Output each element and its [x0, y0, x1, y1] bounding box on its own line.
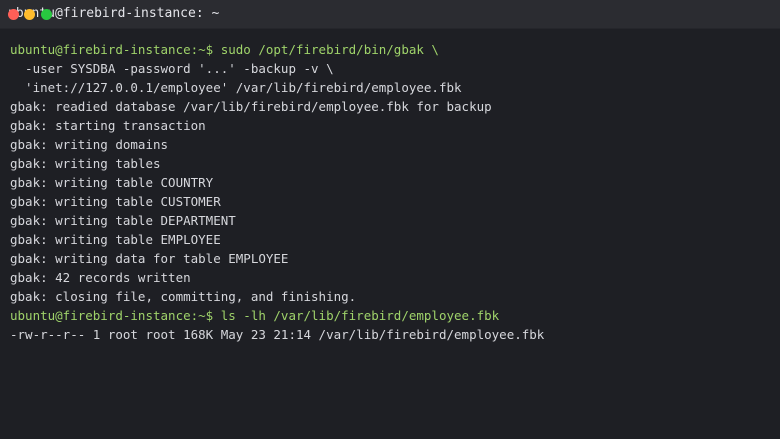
close-window-button[interactable] [8, 9, 19, 20]
terminal-line: gbak: writing table COUNTRY [10, 175, 214, 190]
minimize-window-button[interactable] [24, 9, 35, 20]
terminal-line: 'inet://127.0.0.1/employee' /var/lib/fir… [10, 80, 462, 95]
terminal-line: gbak: writing tables [10, 156, 161, 171]
terminal-line: -rw-r--r-- 1 root root 168K May 23 21:14… [10, 327, 545, 342]
shell-prompt: ubuntu@firebird-instance:~$ [10, 42, 221, 57]
terminal-line: gbak: closing file, committing, and fini… [10, 289, 357, 304]
terminal-line: gbak: writing domains [10, 137, 169, 152]
maximize-window-button[interactable] [41, 9, 52, 20]
terminal-window: ubuntu@firebird-instance: ~ ubuntu@fireb… [0, 0, 780, 439]
terminal-line: gbak: 42 records written [10, 270, 191, 285]
title-bar[interactable]: ubuntu@firebird-instance: ~ [0, 0, 780, 29]
terminal-line: gbak: starting transaction [10, 118, 206, 133]
terminal-line: ubuntu@firebird-instance:~$ sudo /opt/fi… [10, 40, 774, 59]
terminal-line: ubuntu@firebird-instance:~$ ls -lh /var/… [10, 306, 774, 325]
terminal-line: gbak: readied database /var/lib/firebird… [10, 99, 492, 114]
terminal-output[interactable]: ubuntu@firebird-instance:~$ sudo /opt/fi… [10, 40, 774, 439]
terminal-line: gbak: writing data for table EMPLOYEE [10, 251, 289, 266]
terminal-line: gbak: writing table CUSTOMER [10, 194, 221, 209]
terminal-line: gbak: writing table DEPARTMENT [10, 213, 236, 228]
shell-command: ls -lh /var/lib/firebird/employee.fbk [220, 308, 500, 323]
terminal-line: gbak: writing table EMPLOYEE [10, 232, 221, 247]
shell-prompt: ubuntu@firebird-instance:~$ [10, 308, 221, 323]
shell-command: sudo /opt/firebird/bin/gbak \ [220, 42, 439, 57]
terminal-line: -user SYSDBA -password '...' -backup -v … [10, 61, 334, 76]
window-title: ubuntu@firebird-instance: ~ [8, 6, 220, 21]
